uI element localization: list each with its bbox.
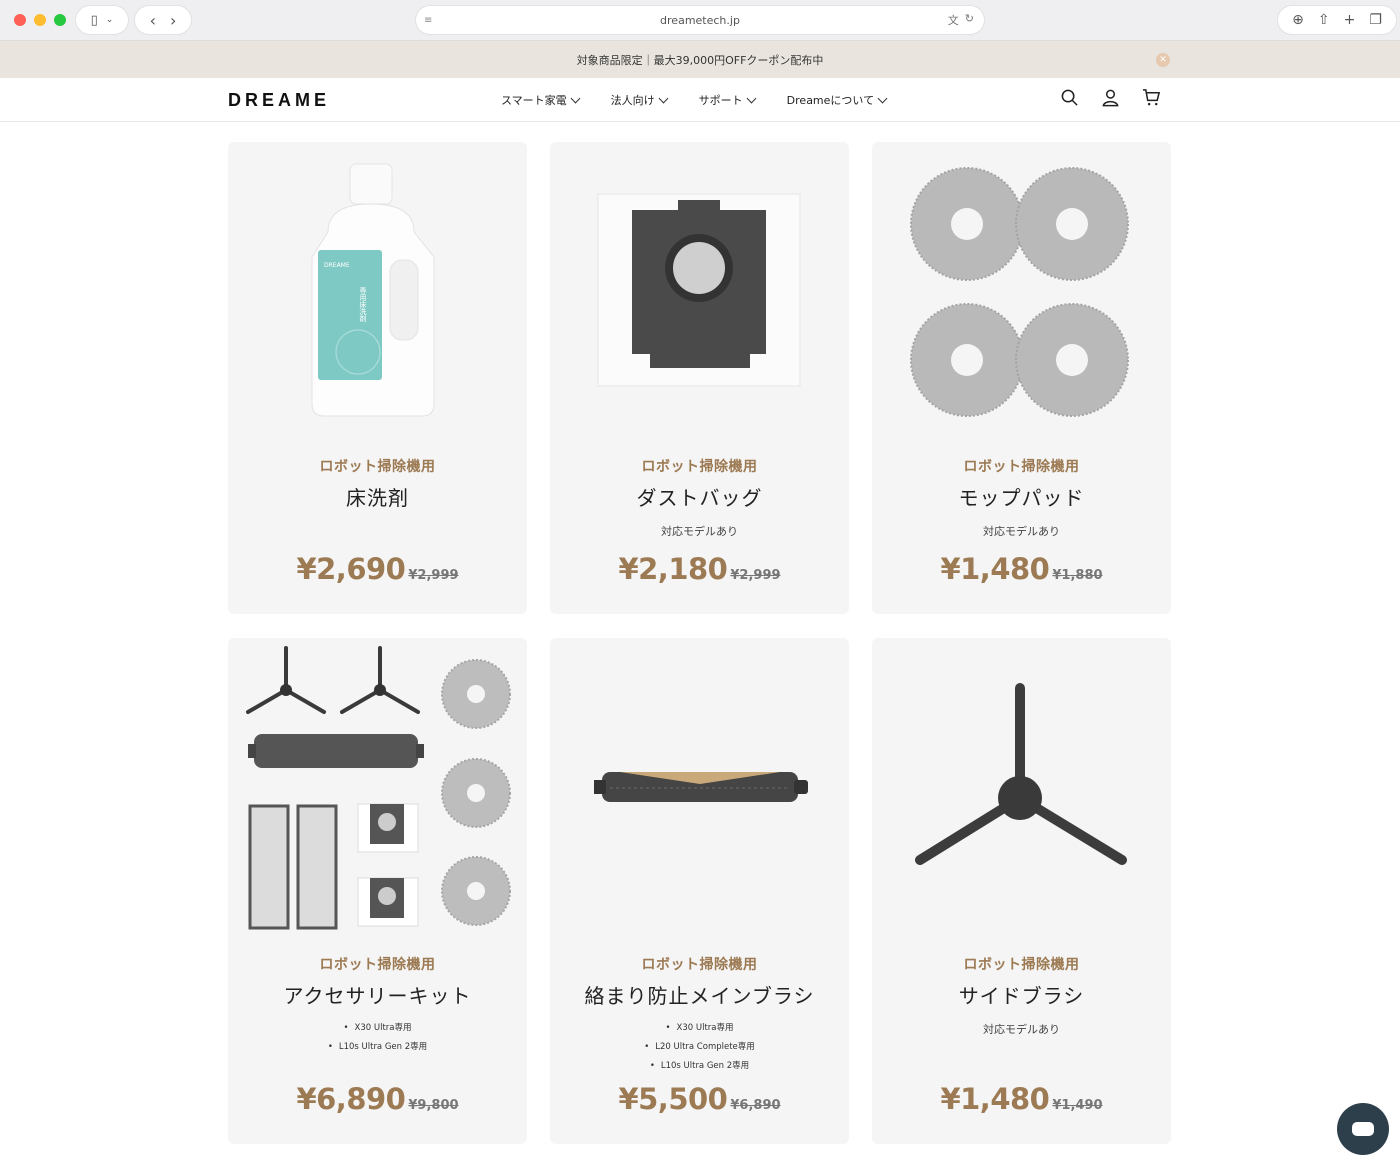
share-icon[interactable]: ⇧ (1318, 12, 1330, 28)
product-category: ロボット掃除機用 (963, 459, 1080, 475)
announcement-text[interactable]: 対象商品限定｜最大39,000円OFFクーポン配布中 (577, 52, 824, 68)
sale-price: ¥1,480 (940, 1082, 1050, 1116)
product-name[interactable]: モップパッド (872, 482, 1171, 511)
product-name[interactable]: サイドブラシ (872, 980, 1171, 1009)
search-icon[interactable] (1060, 88, 1079, 107)
logo[interactable]: DREAME (228, 90, 330, 111)
product-image-accessory-kit (246, 646, 511, 930)
close-icon[interactable]: ✕ (1156, 53, 1170, 67)
product-category: ロボット掃除機用 (641, 957, 758, 973)
sale-price: ¥6,890 (296, 1082, 406, 1116)
product-name[interactable]: 床洗剤 (228, 482, 527, 511)
compatible-models: X30 Ultra専用 L20 Ultra Complete専用 L10s Ul… (550, 1019, 849, 1076)
translate-icon[interactable]: 文 (948, 12, 959, 28)
price-row: ¥5,500 ¥6,890 (550, 1082, 849, 1116)
product-card[interactable]: ロボット掃除機用 アクセサリーキット X30 Ultra専用 L10s Ultr… (228, 638, 527, 1144)
download-icon[interactable]: ⊕ (1292, 12, 1304, 28)
browser-actions: ⊕ ⇧ + ❐ (1278, 6, 1396, 34)
product-card[interactable]: ロボット掃除機用 モップパッド 対応モデルあり ¥1,480 ¥1,880 (872, 142, 1171, 614)
close-window-button[interactable] (14, 14, 26, 26)
window-controls (14, 14, 66, 26)
sale-price: ¥1,480 (940, 552, 1050, 586)
price-row: ¥1,480 ¥1,490 (872, 1082, 1171, 1116)
product-category: ロボット掃除機用 (319, 459, 436, 475)
nav-item-about[interactable]: Dreameについて (787, 92, 888, 108)
sale-price: ¥2,690 (296, 552, 406, 586)
product-grid: DREAME 専用床洗剤 ロボット掃除機用 床洗剤 ¥2,690 ¥2,999 ロ… (228, 142, 1171, 1144)
browser-toolbar: ▯ ⌄ ‹ › ≡ dreametech.jp 文 ↻ ⊕ ⇧ + ❐ (0, 0, 1400, 41)
original-price: ¥6,890 (730, 1098, 781, 1113)
product-category: ロボット掃除機用 (319, 957, 436, 973)
chat-button[interactable] (1337, 1103, 1389, 1155)
product-image-mop-pads (910, 167, 1129, 417)
compatible-models: X30 Ultra専用 L10s Ultra Gen 2専用 (228, 1019, 527, 1057)
product-name[interactable]: アクセサリーキット (228, 980, 527, 1009)
list-item: X30 Ultra専用 (228, 1019, 527, 1038)
chevron-down-icon (570, 93, 581, 103)
nav-item-business[interactable]: 法人向け (611, 92, 669, 108)
original-price: ¥2,999 (408, 568, 459, 583)
svg-text:DREAME: DREAME (324, 262, 350, 269)
reload-icon[interactable]: ↻ (965, 12, 974, 28)
chat-icon (1352, 1122, 1374, 1136)
chevron-down-icon (877, 93, 888, 103)
site-header: DREAME スマート家電 法人向け サポート Dreameについて (0, 78, 1400, 122)
product-card[interactable]: ロボット掃除機用 ダストバッグ 対応モデルあり ¥2,180 ¥2,999 (550, 142, 849, 614)
product-image-dust-bag (597, 193, 801, 387)
original-price: ¥2,999 (730, 568, 781, 583)
account-icon[interactable] (1101, 88, 1120, 107)
address-bar[interactable]: ≡ dreametech.jp 文 ↻ (416, 6, 984, 34)
product-name[interactable]: ダストバッグ (550, 482, 849, 511)
product-image-detergent: DREAME 専用床洗剤 (311, 163, 435, 417)
compatibility-note: 対応モデルあり (983, 525, 1060, 538)
chevron-down-icon: ⌄ (105, 15, 114, 25)
list-item: L20 Ultra Complete専用 (550, 1038, 849, 1057)
sale-price: ¥5,500 (618, 1082, 728, 1116)
price-row: ¥2,690 ¥2,999 (228, 552, 527, 586)
url-text: dreametech.jp (660, 13, 740, 27)
list-item: L10s Ultra Gen 2専用 (550, 1057, 849, 1076)
price-row: ¥6,890 ¥9,800 (228, 1082, 527, 1116)
compatibility-note: 対応モデルあり (661, 525, 738, 538)
product-card[interactable]: ロボット掃除機用 絡まり防止メインブラシ X30 Ultra専用 L20 Ult… (550, 638, 849, 1144)
history-nav: ‹ › (135, 6, 191, 34)
nav-item-smart-appliances[interactable]: スマート家電 (501, 92, 581, 108)
product-image-side-brush (915, 683, 1127, 865)
list-item: X30 Ultra専用 (550, 1019, 849, 1038)
price-row: ¥1,480 ¥1,880 (872, 552, 1171, 586)
zoom-window-button[interactable] (54, 14, 66, 26)
new-tab-icon[interactable]: + (1344, 12, 1356, 28)
sidebar-icon: ▯ (90, 12, 98, 28)
nav-item-support[interactable]: サポート (699, 92, 757, 108)
forward-icon[interactable]: › (170, 11, 176, 30)
sale-price: ¥2,180 (618, 552, 728, 586)
sidebar-toggle-button[interactable]: ▯ ⌄ (76, 6, 128, 34)
cart-icon[interactable] (1142, 88, 1161, 107)
product-category: ロボット掃除機用 (963, 957, 1080, 973)
product-card[interactable]: ロボット掃除機用 サイドブラシ 対応モデルあり ¥1,480 ¥1,490 (872, 638, 1171, 1144)
product-image-main-brush (594, 772, 808, 802)
chevron-down-icon (658, 93, 669, 103)
minimize-window-button[interactable] (34, 14, 46, 26)
tabs-overview-icon[interactable]: ❐ (1369, 12, 1382, 28)
svg-text:専用床洗剤: 専用床洗剤 (359, 286, 367, 323)
chevron-down-icon (746, 93, 757, 103)
main-nav: スマート家電 法人向け サポート Dreameについて (501, 92, 888, 108)
product-name[interactable]: 絡まり防止メインブラシ (550, 980, 849, 1009)
original-price: ¥1,880 (1052, 568, 1103, 583)
price-row: ¥2,180 ¥2,999 (550, 552, 849, 586)
announcement-bar: 対象商品限定｜最大39,000円OFFクーポン配布中 ✕ (0, 41, 1400, 78)
product-category: ロボット掃除機用 (641, 459, 758, 475)
page-settings-icon[interactable]: ≡ (424, 15, 432, 26)
compatibility-note: 対応モデルあり (983, 1023, 1060, 1036)
original-price: ¥1,490 (1052, 1098, 1103, 1113)
product-card[interactable]: DREAME 専用床洗剤 ロボット掃除機用 床洗剤 ¥2,690 ¥2,999 (228, 142, 527, 614)
back-icon[interactable]: ‹ (150, 11, 156, 30)
list-item: L10s Ultra Gen 2専用 (228, 1038, 527, 1057)
original-price: ¥9,800 (408, 1098, 459, 1113)
